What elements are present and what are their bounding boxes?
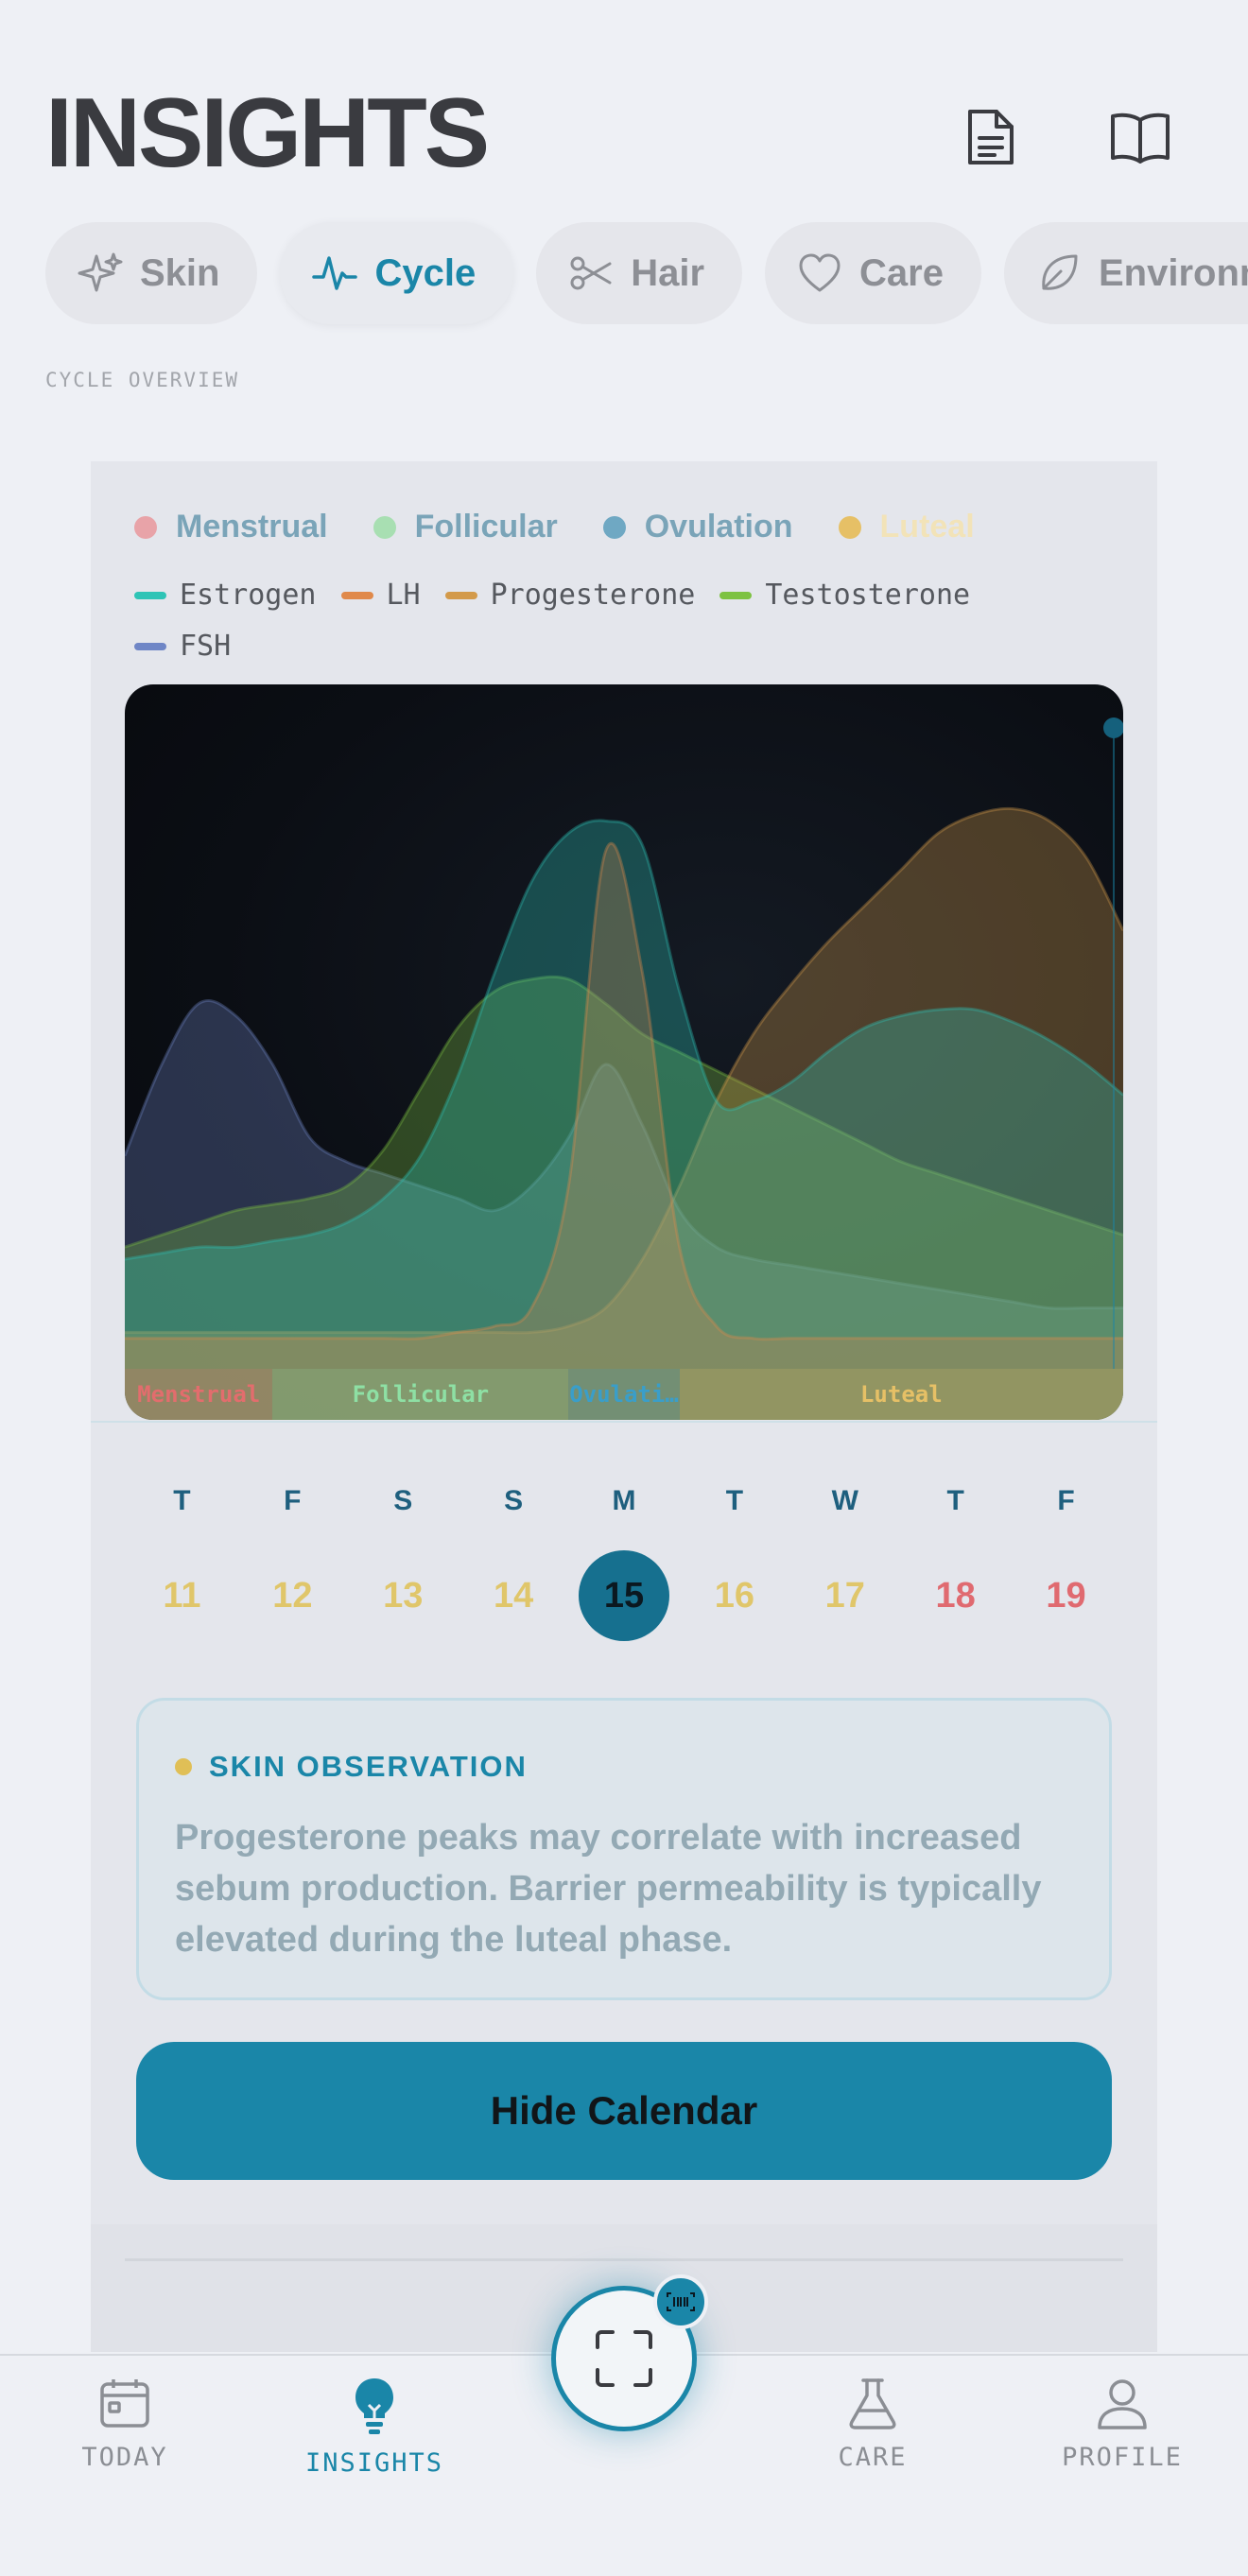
legend-luteal[interactable]: Luteal	[838, 509, 975, 545]
nav-insights-label: INSIGHTS	[304, 2448, 444, 2478]
leaf-icon	[1042, 254, 1078, 290]
day-number-selected: 15	[579, 1550, 669, 1641]
calendar-day[interactable]: T 11	[134, 1482, 229, 1641]
phase-band-ovulation: Ovulati…	[568, 1369, 680, 1420]
section-label: CYCLE OVERVIEW	[45, 369, 240, 391]
tab-cycle[interactable]: Cycle	[280, 222, 514, 324]
day-number: 11	[163, 1576, 201, 1616]
nav-today-label: TODAY	[81, 2443, 168, 2472]
tab-environment[interactable]: Environm	[1004, 222, 1248, 324]
day-of-week: W	[831, 1485, 858, 1516]
nav-care-label: CARE	[838, 2443, 908, 2472]
lightbulb-icon	[355, 2378, 393, 2434]
day-of-week: F	[284, 1485, 302, 1516]
legend-follicular[interactable]: Follicular	[373, 509, 558, 545]
day-of-week: T	[946, 1485, 964, 1516]
lower-divider	[125, 2258, 1123, 2261]
phase-band-menstrual: Menstrual	[125, 1369, 273, 1420]
hormone-legend-row-1: Estrogen LH Progesterone Testosterone	[134, 579, 995, 612]
day-number: 13	[383, 1576, 424, 1616]
nav-profile-label: PROFILE	[1062, 2443, 1183, 2472]
observation-heading: SKIN OBSERVATION	[175, 1750, 528, 1784]
day-number: 19	[1046, 1576, 1086, 1616]
observation-dot	[175, 1758, 192, 1775]
calendar-day[interactable]: S 14	[466, 1482, 561, 1641]
legend-menstrual[interactable]: Menstrual	[134, 509, 328, 545]
calendar-icon	[100, 2379, 149, 2428]
legend-lh[interactable]: LH	[340, 579, 421, 612]
day-number: 12	[272, 1576, 313, 1616]
legend-testosterone[interactable]: Testosterone	[719, 579, 970, 612]
observation-title: SKIN OBSERVATION	[209, 1750, 528, 1783]
calendar-day[interactable]: F 12	[245, 1482, 339, 1641]
calendar-day[interactable]: T 18	[909, 1482, 1003, 1641]
tab-care-label: Care	[859, 251, 944, 294]
document-icon[interactable]	[953, 99, 1029, 175]
heart-icon	[799, 253, 841, 292]
calendar-day[interactable]: T 16	[687, 1482, 782, 1641]
day-number: 18	[935, 1576, 976, 1616]
nav-insights[interactable]: INSIGHTS	[280, 2377, 469, 2478]
day-number: 16	[714, 1576, 755, 1616]
divider	[91, 1421, 1157, 1423]
hormone-legend-row-2: FSH	[134, 630, 255, 663]
phase-band-luteal: Luteal	[679, 1369, 1123, 1420]
nav-care[interactable]: CARE	[778, 2377, 967, 2472]
nav-profile[interactable]: PROFILE	[1028, 2377, 1217, 2472]
scissors-icon	[570, 256, 612, 290]
day-of-week: M	[612, 1485, 636, 1516]
tab-hair[interactable]: Hair	[536, 222, 743, 324]
book-icon[interactable]	[1102, 99, 1178, 175]
current-day-marker[interactable]	[1103, 717, 1123, 738]
skin-observation-card: SKIN OBSERVATION Progesterone peaks may …	[136, 1698, 1112, 2000]
calendar-day[interactable]: F 19	[1019, 1482, 1114, 1641]
nav-today[interactable]: TODAY	[30, 2377, 219, 2472]
tab-hair-label: Hair	[631, 251, 705, 294]
user-icon	[1098, 2379, 1147, 2429]
hormone-chart[interactable]: Menstrual Follicular Ovulati… Luteal	[125, 684, 1123, 1420]
calendar-day[interactable]: W 17	[798, 1482, 893, 1641]
day-of-week: T	[725, 1485, 744, 1516]
category-tabs: Skin Cycle Hair Care Environm	[45, 222, 1248, 324]
day-of-week: S	[504, 1485, 524, 1516]
calendar-day[interactable]: M 15	[577, 1482, 671, 1641]
flask-icon	[849, 2378, 896, 2429]
tab-environment-label: Environm	[1099, 251, 1248, 294]
tab-skin[interactable]: Skin	[45, 222, 258, 324]
phase-legend: Menstrual Follicular Ovulation Luteal	[134, 509, 1020, 545]
legend-estrogen[interactable]: Estrogen	[134, 579, 317, 612]
tab-skin-label: Skin	[140, 251, 220, 294]
day-of-week: S	[393, 1485, 413, 1516]
scan-icon	[596, 2330, 652, 2387]
legend-fsh[interactable]: FSH	[134, 630, 231, 663]
calendar-day[interactable]: S 13	[355, 1482, 450, 1641]
sparkle-icon	[78, 252, 123, 292]
day-number: 14	[493, 1576, 534, 1616]
calendar-strip: T 11 F 12 S 13 S 14 M 15 T 16 W 17 T 18 F 19	[127, 1482, 1121, 1727]
barcode-badge[interactable]	[653, 2274, 708, 2329]
day-number: 17	[824, 1576, 865, 1616]
day-of-week: T	[173, 1485, 191, 1516]
hide-calendar-button[interactable]: Hide Calendar	[136, 2042, 1112, 2180]
pulse-icon	[312, 256, 358, 290]
cycle-overview-card: Menstrual Follicular Ovulation Luteal Es…	[91, 461, 1157, 2352]
legend-progesterone[interactable]: Progesterone	[444, 579, 695, 612]
barcode-icon	[667, 2292, 695, 2311]
tab-care[interactable]: Care	[765, 222, 981, 324]
tab-cycle-label: Cycle	[374, 251, 477, 294]
day-of-week: F	[1057, 1485, 1075, 1516]
page-title: INSIGHTS	[45, 78, 490, 188]
hormone-chart-svg	[125, 717, 1123, 1420]
observation-body: Progesterone peaks may correlate with in…	[175, 1818, 1042, 1960]
legend-ovulation[interactable]: Ovulation	[602, 509, 793, 545]
phase-band-follicular: Follicular	[272, 1369, 569, 1420]
